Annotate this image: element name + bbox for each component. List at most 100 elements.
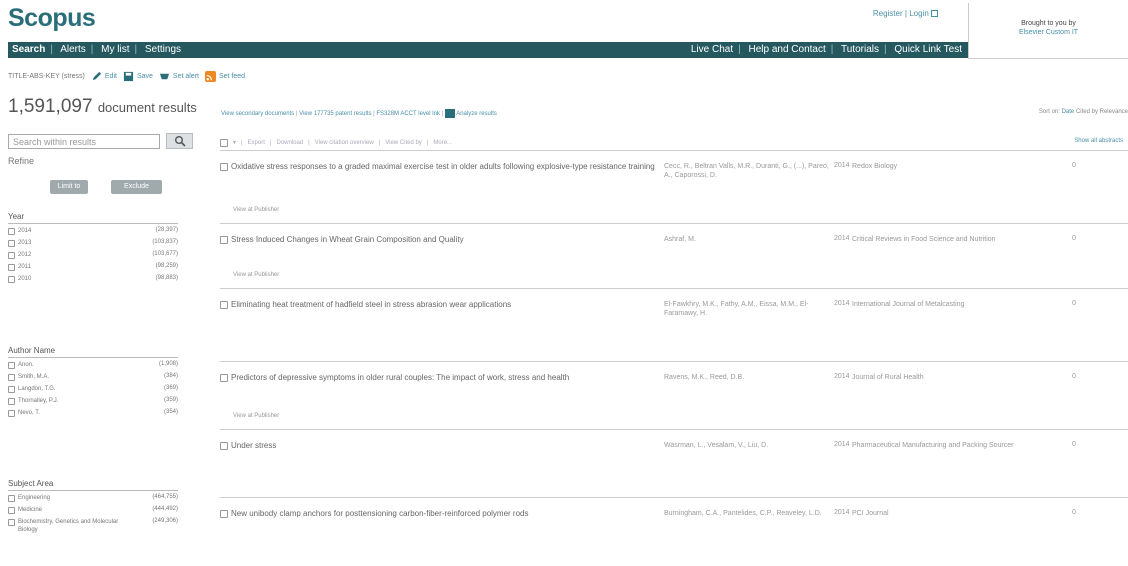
search-within-input[interactable]: Search within results xyxy=(8,134,160,149)
select-all-checkbox[interactable] xyxy=(220,138,228,147)
result-row: Eliminating heat treatment of hadfield s… xyxy=(220,289,1128,362)
nav-help-contact[interactable]: Help and Contact xyxy=(749,44,826,55)
sort-bar: Sort on: Date Cited by Relevance xyxy=(1039,109,1128,115)
facet-author-item[interactable]: Nevo, T. (354) xyxy=(8,409,178,421)
result-authors[interactable]: Burningham, C.A., Pantelides, C.P., Reav… xyxy=(664,509,829,518)
facet-checkbox[interactable] xyxy=(8,362,15,369)
result-title[interactable]: New unibody clamp anchors for posttensio… xyxy=(231,509,656,519)
result-source[interactable]: Pharmaceutical Manufacturing and Packing… xyxy=(852,441,1052,450)
exclude-button[interactable]: Exclude xyxy=(111,180,162,194)
export-button[interactable]: Export xyxy=(248,140,265,146)
result-checkbox[interactable] xyxy=(220,442,228,450)
result-cited-by[interactable]: 0 xyxy=(1072,300,1076,307)
search-within-button[interactable] xyxy=(166,133,193,149)
save-button[interactable]: Save xyxy=(123,71,153,82)
facet-year-item[interactable]: 2010 (98,883) xyxy=(8,275,178,287)
result-authors[interactable]: Wasrman, L., Vesalam, V., Liu, D. xyxy=(664,441,829,450)
facet-checkbox[interactable] xyxy=(8,264,15,271)
result-cited-by[interactable]: 0 xyxy=(1072,373,1076,380)
facet-subject-item[interactable]: Medicine (444,492) xyxy=(8,506,178,518)
view-at-publisher-link[interactable]: View at Publisher xyxy=(233,207,279,213)
facet-item-name: Langdon, T.G. xyxy=(18,386,56,392)
result-checkbox[interactable] xyxy=(220,301,228,309)
result-title[interactable]: Oxidative stress responses to a graded m… xyxy=(231,162,656,172)
facet-author-item[interactable]: Smith, M.A. (384) xyxy=(8,373,178,385)
limit-to-button[interactable]: Limit to xyxy=(50,180,88,194)
facet-year-item[interactable]: 2013 (103,837) xyxy=(8,239,178,251)
nav-tutorials[interactable]: Tutorials xyxy=(841,44,879,55)
patent-results-link[interactable]: View 177735 patent results xyxy=(299,111,371,117)
result-cited-by[interactable]: 0 xyxy=(1072,441,1076,448)
facet-subject-item[interactable]: Biochemistry, Genetics and Molecular Bio… xyxy=(8,518,178,546)
register-link[interactable]: Register xyxy=(873,9,903,18)
nav-my-list[interactable]: My list xyxy=(101,44,129,55)
result-authors[interactable]: Cecc, R., Beltran Valls, M.R., Duranti, … xyxy=(664,162,829,180)
facet-year-item[interactable]: 2011 (98,259) xyxy=(8,263,178,275)
edit-button[interactable]: Edit xyxy=(91,71,117,82)
result-authors[interactable]: Ravens, M.K., Reed, D.B. xyxy=(664,373,829,382)
facet-author-item[interactable]: Thornalley, P.J. (359) xyxy=(8,397,178,409)
facet-author-item[interactable]: Langdon, T.G. (369) xyxy=(8,385,178,397)
view-at-publisher-link[interactable]: View at Publisher xyxy=(233,272,279,278)
facet-checkbox[interactable] xyxy=(8,495,15,502)
sort-date[interactable]: Date xyxy=(1062,109,1075,115)
result-checkbox[interactable] xyxy=(220,510,228,518)
facet-checkbox[interactable] xyxy=(8,398,15,405)
result-source[interactable]: PCI Journal xyxy=(852,509,1052,518)
analyze-icon[interactable] xyxy=(444,109,455,118)
facet-checkbox[interactable] xyxy=(8,519,15,526)
nav-live-chat[interactable]: Live Chat xyxy=(691,44,733,55)
result-authors[interactable]: El-Fawkhry, M.K., Fathy, A.M., Eissa, M.… xyxy=(664,300,829,318)
result-authors[interactable]: Ashraf, M. xyxy=(664,235,829,244)
result-cited-by[interactable]: 0 xyxy=(1072,235,1076,242)
result-cited-by[interactable]: 0 xyxy=(1072,509,1076,516)
login-icon[interactable] xyxy=(931,10,938,18)
facet-subject-item[interactable]: Engineering (464,755) xyxy=(8,494,178,506)
set-feed-button[interactable]: Set feed xyxy=(205,70,245,82)
result-source[interactable]: Critical Reviews in Food Science and Nut… xyxy=(852,235,1052,244)
nav-quick-link-test[interactable]: Quick Link Test xyxy=(894,44,962,55)
download-button[interactable]: Download xyxy=(276,140,303,146)
facet-checkbox[interactable] xyxy=(8,386,15,393)
result-source[interactable]: Journal of Rural Health xyxy=(852,373,1052,382)
login-link[interactable]: Login xyxy=(909,9,929,18)
select-dropdown-icon[interactable]: ▾ xyxy=(233,139,236,146)
nav-settings[interactable]: Settings xyxy=(145,44,181,55)
facet-checkbox[interactable] xyxy=(8,252,15,259)
facet-checkbox[interactable] xyxy=(8,228,15,235)
nav-search[interactable]: Search xyxy=(12,44,45,55)
show-all-abstracts-link[interactable]: Show all abstracts xyxy=(1074,138,1123,144)
facet-year-item[interactable]: 2014 (28,397) xyxy=(8,227,178,239)
facet-checkbox[interactable] xyxy=(8,374,15,381)
facet-year-item[interactable]: 2012 (103,677) xyxy=(8,251,178,263)
facet-checkbox[interactable] xyxy=(8,507,15,514)
result-title[interactable]: Predictors of depressive symptoms in old… xyxy=(231,373,656,383)
analyze-results-link[interactable]: Analyze results xyxy=(456,111,497,117)
result-checkbox[interactable] xyxy=(220,236,228,244)
result-checkbox[interactable] xyxy=(220,163,228,171)
facet-author-item[interactable]: Anon. (1,908) xyxy=(8,361,178,373)
scopus-logo[interactable]: Scopus xyxy=(8,4,96,33)
citation-overview-button[interactable]: View citation overview xyxy=(315,140,374,146)
facet-checkbox[interactable] xyxy=(8,276,15,283)
more-button[interactable]: More... xyxy=(433,140,452,146)
view-at-publisher-link[interactable]: View at Publisher xyxy=(233,413,279,419)
nav-alerts[interactable]: Alerts xyxy=(60,44,86,55)
result-title[interactable]: Stress Induced Changes in Wheat Grain Co… xyxy=(231,235,656,245)
result-checkbox[interactable] xyxy=(220,374,228,382)
sort-cited-by[interactable]: Cited by xyxy=(1076,109,1098,115)
set-alert-button[interactable]: Set alert xyxy=(159,71,199,82)
facet-checkbox[interactable] xyxy=(8,240,15,247)
sort-relevance[interactable]: Relevance xyxy=(1100,109,1128,115)
facet-item-count: (384) xyxy=(163,373,178,379)
acct-level-link[interactable]: FS328M ACCT level lnk xyxy=(376,111,440,117)
result-title[interactable]: Under stress xyxy=(231,441,656,451)
facet-checkbox[interactable] xyxy=(8,410,15,417)
secondary-documents-link[interactable]: View secondary documents xyxy=(221,111,294,117)
cited-by-button[interactable]: View Cited by xyxy=(385,140,422,146)
result-source[interactable]: Redox Biology xyxy=(852,162,1052,171)
institution-name[interactable]: Elsevier Custom IT xyxy=(969,28,1128,37)
result-title[interactable]: Eliminating heat treatment of hadfield s… xyxy=(231,300,656,310)
result-source[interactable]: International Journal of Metalcasting xyxy=(852,300,1052,309)
result-cited-by[interactable]: 0 xyxy=(1072,162,1076,169)
